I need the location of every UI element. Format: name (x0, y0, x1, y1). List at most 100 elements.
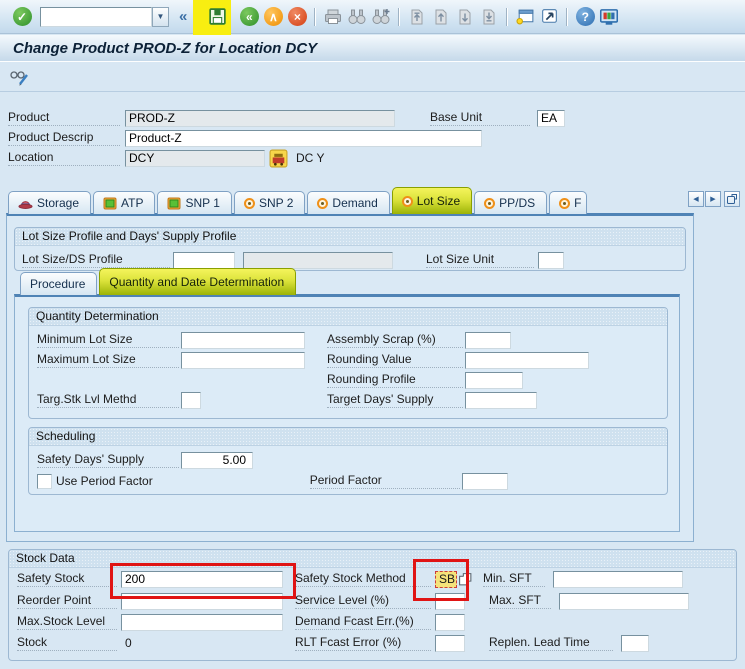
max-stock-level-field[interactable] (121, 613, 283, 631)
page-title: Change Product PROD-Z for Location DCY (13, 39, 318, 57)
sap-window: ✓ ▼ « « ∧ × ? Change Product PROD-Z for … (0, 0, 745, 669)
location-field (125, 149, 265, 167)
targ-stk-lvl-methd-label: Targ.Stk Lvl Methd (37, 392, 179, 408)
create-shortcut-button[interactable] (537, 5, 561, 29)
assembly-scrap-label: Assembly Scrap (%) (327, 332, 463, 348)
location-description: DC Y (296, 151, 325, 165)
use-period-factor-label: Use Period Factor (56, 474, 153, 488)
radio-dot-icon (401, 195, 413, 207)
tab-snp2[interactable]: SNP 2 (233, 191, 306, 214)
safety-stock-label: Safety Stock (17, 571, 117, 587)
last-page-button[interactable] (477, 5, 501, 29)
back-button[interactable]: « (237, 5, 261, 29)
service-level-label: Service Level (%) (295, 593, 431, 609)
collapse-icon[interactable]: « (179, 8, 187, 25)
radio-dot-icon (243, 197, 255, 209)
tab-fcst[interactable]: F (549, 191, 587, 214)
tab-procedure[interactable]: Procedure (20, 272, 98, 295)
help-button[interactable]: ? (573, 5, 597, 29)
annotation-red-box-safety-stock (110, 563, 296, 599)
replen-lead-time-field[interactable] (621, 634, 649, 652)
new-session-button[interactable] (513, 5, 537, 29)
demand-fcast-err-label: Demand Fcast Err.(%) (295, 614, 431, 630)
use-period-factor-checkbox[interactable] (37, 473, 52, 489)
tab-atp[interactable]: ATP (93, 191, 156, 214)
cancel-icon: × (287, 7, 307, 26)
save-button[interactable] (205, 5, 229, 29)
target-days-supply-field[interactable] (465, 391, 537, 409)
divider (398, 7, 401, 26)
assembly-scrap-field[interactable] (465, 331, 511, 349)
tab-overview-button[interactable] (724, 191, 740, 207)
safety-days-supply-field[interactable] (181, 451, 253, 469)
minimum-lot-size-row: Minimum Lot Size Assembly Scrap (%) (37, 331, 511, 349)
tab-storage[interactable]: Storage (8, 191, 92, 214)
divider (506, 7, 509, 26)
period-factor-field[interactable] (461, 472, 508, 490)
maximum-lot-size-label: Maximum Lot Size (37, 352, 179, 368)
rounding-profile-row: Rounding Profile (37, 371, 523, 389)
location-icon[interactable] (269, 149, 288, 168)
mini-monitor-icon (167, 197, 181, 209)
base-unit-label: Base Unit (430, 110, 530, 126)
enter-button[interactable]: ✓ (10, 5, 34, 29)
rounding-profile-field[interactable] (465, 371, 523, 389)
lot-size-ds-profile-desc-field (243, 251, 393, 269)
customize-layout-button[interactable] (597, 5, 621, 29)
reorder-point-label: Reorder Point (17, 593, 117, 609)
product-row: Product (8, 109, 395, 127)
minimum-lot-size-field[interactable] (181, 331, 305, 349)
stock-row: Stock 0 RLT Fcast Error (%) Replen. Lead… (17, 634, 649, 652)
next-page-button[interactable] (453, 5, 477, 29)
display-change-button[interactable] (8, 65, 32, 89)
mini-monitor-icon (103, 197, 117, 209)
radio-dot-icon (317, 197, 329, 209)
lot-size-ds-profile-field[interactable] (173, 251, 235, 269)
base-unit-field[interactable] (537, 109, 565, 127)
min-sft-field[interactable] (553, 570, 683, 588)
lot-size-unit-field[interactable] (538, 251, 564, 269)
print-icon (325, 9, 342, 24)
maximum-lot-size-row: Maximum Lot Size Rounding Value (37, 351, 589, 369)
maximum-lot-size-field[interactable] (181, 351, 305, 369)
command-field: ▼ (40, 6, 169, 27)
location-row: Location DC Y (8, 149, 324, 167)
exit-icon: ∧ (263, 7, 283, 26)
tab-scroll-right-button[interactable]: ▶ (705, 191, 721, 207)
targ-stk-lvl-methd-field[interactable] (181, 391, 201, 409)
command-input[interactable] (40, 6, 152, 27)
display-change-icon (10, 71, 28, 86)
check-icon: ✓ (12, 7, 32, 26)
tab-snp1[interactable]: SNP 1 (157, 191, 232, 214)
location-label: Location (8, 150, 120, 166)
exit-button[interactable]: ∧ (261, 5, 285, 29)
demand-fcast-err-field[interactable] (435, 613, 465, 631)
tab-ppds[interactable]: PP/DS (474, 191, 548, 214)
rounding-value-field[interactable] (465, 351, 589, 369)
radio-dot-icon (559, 197, 571, 209)
target-days-supply-label: Target Days' Supply (327, 392, 463, 408)
find-button[interactable] (345, 5, 369, 29)
find-next-button[interactable] (369, 5, 393, 29)
chevron-down-icon[interactable]: ▼ (152, 6, 169, 27)
safety-days-supply-label: Safety Days' Supply (37, 452, 179, 468)
target-stock-row: Targ.Stk Lvl Methd Target Days' Supply (37, 391, 537, 409)
cancel-button[interactable]: × (285, 5, 309, 29)
product-descrip-field[interactable] (125, 129, 482, 147)
title-bar: Change Product PROD-Z for Location DCY (0, 35, 745, 62)
previous-page-button[interactable] (429, 5, 453, 29)
first-page-button[interactable] (405, 5, 429, 29)
tab-demand[interactable]: Demand (307, 191, 390, 214)
safety-stock-method-label: Safety Stock Method (295, 571, 431, 587)
next-page-icon (459, 9, 471, 24)
system-toolbar: ✓ ▼ « « ∧ × ? (0, 0, 745, 36)
tab-quantity-date-determination[interactable]: Quantity and Date Determination (99, 268, 297, 295)
max-stock-level-label: Max.Stock Level (17, 614, 117, 630)
tab-lot-size[interactable]: Lot Size (391, 187, 473, 214)
tab-scroll-left-button[interactable]: ◀ (688, 191, 704, 207)
max-sft-field[interactable] (559, 592, 689, 610)
print-button[interactable] (321, 5, 345, 29)
rlt-fcast-error-field[interactable] (435, 634, 465, 652)
annotation-red-box-safety-stock-method (413, 559, 469, 601)
max-stock-level-row: Max.Stock Level Demand Fcast Err.(%) (17, 613, 465, 631)
